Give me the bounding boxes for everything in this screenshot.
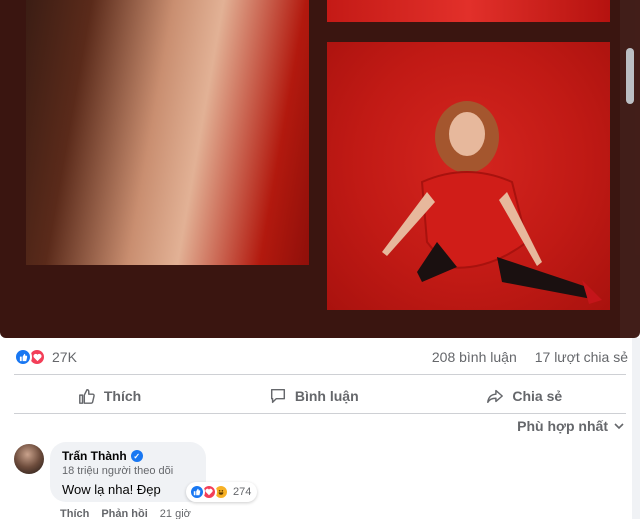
photo-hand-jewelry[interactable]: [26, 0, 309, 265]
post-photo-grid: [0, 0, 640, 338]
comment-button[interactable]: Bình luận: [255, 381, 373, 411]
divider: [14, 374, 626, 375]
comment-actions: Thích Phản hồi 21 giờ: [60, 508, 191, 519]
comment-sort-dropdown[interactable]: Phù hợp nhất: [517, 418, 624, 434]
author-followers: 18 triệu người theo dõi: [62, 465, 174, 477]
comment-label: Bình luận: [294, 388, 359, 404]
like-icon: [14, 348, 32, 366]
comment-reply-link[interactable]: Phản hồi: [101, 508, 147, 519]
comment-text: Wow lạ nha! Đẹp: [62, 482, 161, 497]
comment-like-link[interactable]: Thích: [60, 508, 89, 519]
comment-bubble: Trấn Thành ✓ 18 triệu người theo dõi Wow…: [50, 442, 206, 502]
share-icon: [487, 389, 504, 404]
figure-illustration: [382, 101, 602, 304]
like-icon: [189, 484, 205, 500]
reaction-count[interactable]: 27K: [52, 349, 77, 365]
reaction-icons[interactable]: [14, 348, 46, 366]
post-actions: Thích Bình luận Chia sẻ: [14, 379, 626, 413]
divider: [14, 413, 626, 414]
thumb-up-icon: [78, 388, 95, 404]
scrollbar-thumb[interactable]: [626, 48, 634, 104]
photo-red-dress[interactable]: [327, 42, 610, 310]
comment-count[interactable]: 208 bình luận: [432, 349, 517, 365]
comment-reaction-count: 274: [233, 486, 252, 498]
avatar[interactable]: [14, 444, 44, 474]
share-label: Chia sẻ: [512, 388, 563, 404]
verified-icon: ✓: [130, 450, 143, 462]
comment-icon: [270, 388, 285, 404]
comment-author[interactable]: Trấn Thành: [62, 449, 127, 463]
share-button[interactable]: Chia sẻ: [472, 381, 576, 411]
photo-top-right[interactable]: [327, 0, 610, 22]
like-button[interactable]: Thích: [64, 381, 155, 411]
sort-label: Phù hợp nhất: [517, 418, 608, 434]
page-scrollbar[interactable]: [632, 338, 640, 519]
like-label: Thích: [103, 388, 142, 404]
comment-time[interactable]: 21 giờ: [160, 508, 191, 519]
comment-reactions[interactable]: 274: [186, 482, 258, 502]
reactions-summary: 27K 208 bình luận 17 lượt chia sẻ: [14, 344, 628, 370]
share-count[interactable]: 17 lượt chia sẻ: [535, 349, 628, 365]
chevron-down-icon: [614, 423, 624, 430]
